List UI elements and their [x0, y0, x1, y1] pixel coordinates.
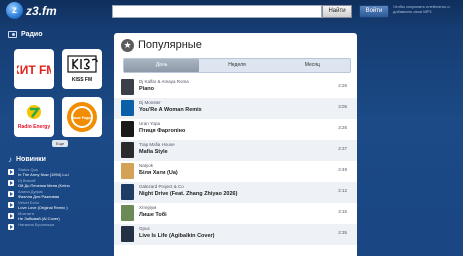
- login-button[interactable]: Войти: [359, 5, 389, 18]
- station-kiss-fm[interactable]: KISS FM: [62, 49, 102, 89]
- track-cover[interactable]: [121, 184, 134, 200]
- track-row[interactable]: Natyok Біля Хати (Ua) 2:49: [114, 161, 357, 182]
- track-duration: 2:12: [338, 188, 347, 193]
- tab-week[interactable]: Неделя: [199, 59, 274, 72]
- track-duration: 2:35: [338, 230, 347, 235]
- track-artist[interactable]: Uran Yopa: [139, 121, 160, 126]
- kiss-fm-logo-text: KISS FM: [72, 77, 92, 83]
- tab-month[interactable]: Месяц: [275, 59, 350, 72]
- list-item[interactable]: Алина Дуфик Фаэлла Для Разливая: [8, 189, 108, 200]
- nashe-radio-logo-text: Наше Радио: [71, 116, 92, 120]
- play-icon[interactable]: [8, 213, 14, 219]
- track-artist[interactable]: Galezard Project & Co: [139, 184, 184, 189]
- track-artist[interactable]: Dj Monster: [139, 100, 161, 105]
- more-stations-link[interactable]: Еще: [52, 140, 68, 147]
- track-artist[interactable]: Trap Mafia House: [139, 142, 175, 147]
- logo-text: z3.fm: [26, 3, 57, 18]
- track-title[interactable]: Piano: [139, 86, 154, 92]
- track-title[interactable]: Mafia Style: [139, 149, 168, 155]
- news-heading: ♪ Новинки: [8, 153, 108, 165]
- search-input[interactable]: [112, 5, 322, 18]
- radio-heading-label: Радио: [21, 30, 43, 38]
- login-note: Чтобы сохранять плейлисты и добавлять св…: [393, 4, 450, 14]
- track-cover[interactable]: [121, 226, 134, 242]
- track-row[interactable]: Trap Mafia House Mafia Style 2:37: [114, 140, 357, 161]
- track-duration: 2:37: [338, 146, 347, 151]
- station-hit-fm[interactable]: ХИТ FM: [14, 49, 54, 89]
- track-artist[interactable]: Dj Kalfar & Amaya Roma: [139, 79, 189, 84]
- track-title[interactable]: Live Is Life (Agibalkin Cover): [139, 233, 215, 239]
- track-artist[interactable]: Natyok: [139, 163, 153, 168]
- panel-header: ★ Популярные: [114, 33, 357, 57]
- star-icon: ★: [121, 38, 134, 52]
- station-radio-energy[interactable]: Radio Energy: [14, 97, 54, 137]
- station-nashe-radio[interactable]: Наше Радио: [62, 97, 102, 137]
- logo-icon: z: [6, 2, 23, 19]
- top-header: z z3.fm Найти Войти Чтобы сохранять плей…: [0, 0, 463, 24]
- kiss-fm-logo-icon: KISS FM: [67, 55, 98, 83]
- news-title[interactable]: Не Забывай (Al Cover): [18, 216, 60, 221]
- track-duration: 2:26: [338, 83, 347, 88]
- track-cover[interactable]: [121, 100, 134, 116]
- play-icon[interactable]: [8, 224, 14, 230]
- track-title[interactable]: Птиця Фаргопіно: [139, 128, 185, 134]
- list-item[interactable]: Наталия Бучинська: [8, 222, 108, 233]
- news-artist: Наталия Бучинська: [18, 222, 55, 227]
- news-title[interactable]: Ой До Печенки Меня (Keino: [18, 183, 70, 188]
- track-duration: 3:26: [338, 125, 347, 130]
- track-list: Dj Kalfar & Amaya Roma Piano 2:26 Dj Mon…: [114, 77, 357, 245]
- track-title[interactable]: Біля Хати (Ua): [139, 170, 178, 176]
- radio-stations: ХИТ FM KISS FM Radio Energy Наше Радио: [14, 49, 108, 137]
- track-row[interactable]: Galezard Project & Co Night Drive (Feat.…: [114, 182, 357, 203]
- news-title[interactable]: Фаэлла Для Разливая: [18, 194, 59, 199]
- play-icon[interactable]: [8, 169, 14, 175]
- list-item[interactable]: Мохнатя Не Забывай (Al Cover): [8, 211, 108, 222]
- radio-energy-logo-icon: Radio Energy: [18, 105, 50, 130]
- news-title[interactable]: Love Love (Original Remix ): [18, 205, 68, 210]
- radio-energy-logo-text: Radio Energy: [18, 124, 50, 130]
- play-icon[interactable]: [8, 180, 14, 186]
- track-title[interactable]: You'Re A Woman Remix: [139, 107, 202, 113]
- period-tabs: День Неделя Месяц: [123, 58, 351, 73]
- play-icon[interactable]: [8, 202, 14, 208]
- popular-panel: ★ Популярные День Неделя Месяц Dj Kalfar…: [114, 33, 357, 256]
- list-item[interactable]: Velvet Echo Love Love (Original Remix ): [8, 200, 108, 211]
- sidebar: Радио ХИТ FM KISS FM Radio Energy: [8, 28, 108, 256]
- list-item[interactable]: Dj Bravoff Ой До Печенки Меня (Keino: [8, 178, 108, 189]
- track-row[interactable]: Opus Live Is Life (Agibalkin Cover) 2:35: [114, 224, 357, 245]
- page-title: Популярные: [138, 39, 202, 51]
- radio-icon: [8, 30, 17, 38]
- site-logo[interactable]: z z3.fm: [6, 2, 57, 19]
- hit-fm-logo-text: ХИТ FM: [17, 63, 51, 77]
- news-heading-label: Новинки: [16, 155, 46, 163]
- tab-day[interactable]: День: [124, 59, 200, 72]
- news-title[interactable]: In The Army Now (1994) Lo-!: [18, 172, 69, 177]
- search-button[interactable]: Найти: [322, 5, 352, 18]
- track-row[interactable]: Dj Monster You'Re A Woman Remix 3:05: [114, 98, 357, 119]
- track-duration: 3:05: [338, 104, 347, 109]
- news-list: Status Quo In The Army Now (1994) Lo-! Dj…: [8, 167, 108, 233]
- track-row[interactable]: Хітеріум Лише Тобі 3:15: [114, 203, 357, 224]
- track-title[interactable]: Лише Тобі: [139, 212, 167, 218]
- track-duration: 3:15: [338, 209, 347, 214]
- hit-fm-logo-icon: ХИТ FM: [17, 63, 51, 77]
- track-duration: 2:49: [338, 167, 347, 172]
- track-cover[interactable]: [121, 163, 134, 179]
- track-artist[interactable]: Хітеріум: [139, 205, 156, 210]
- nashe-radio-logo-icon: Наше Радио: [67, 102, 97, 132]
- track-cover[interactable]: [121, 142, 134, 158]
- track-cover[interactable]: [121, 205, 134, 221]
- track-cover[interactable]: [121, 79, 134, 95]
- play-icon[interactable]: [8, 191, 14, 197]
- radio-heading: Радио: [8, 28, 108, 40]
- music-note-icon: ♪: [8, 154, 12, 164]
- track-cover[interactable]: [121, 121, 134, 137]
- list-item[interactable]: Status Quo In The Army Now (1994) Lo-!: [8, 167, 108, 178]
- track-row[interactable]: Dj Kalfar & Amaya Roma Piano 2:26: [114, 77, 357, 98]
- track-artist[interactable]: Opus: [139, 226, 150, 231]
- track-row[interactable]: Uran Yopa Птиця Фаргопіно 3:26: [114, 119, 357, 140]
- track-title[interactable]: Night Drive (Feat. Zhang Zhiyao 2026): [139, 191, 237, 197]
